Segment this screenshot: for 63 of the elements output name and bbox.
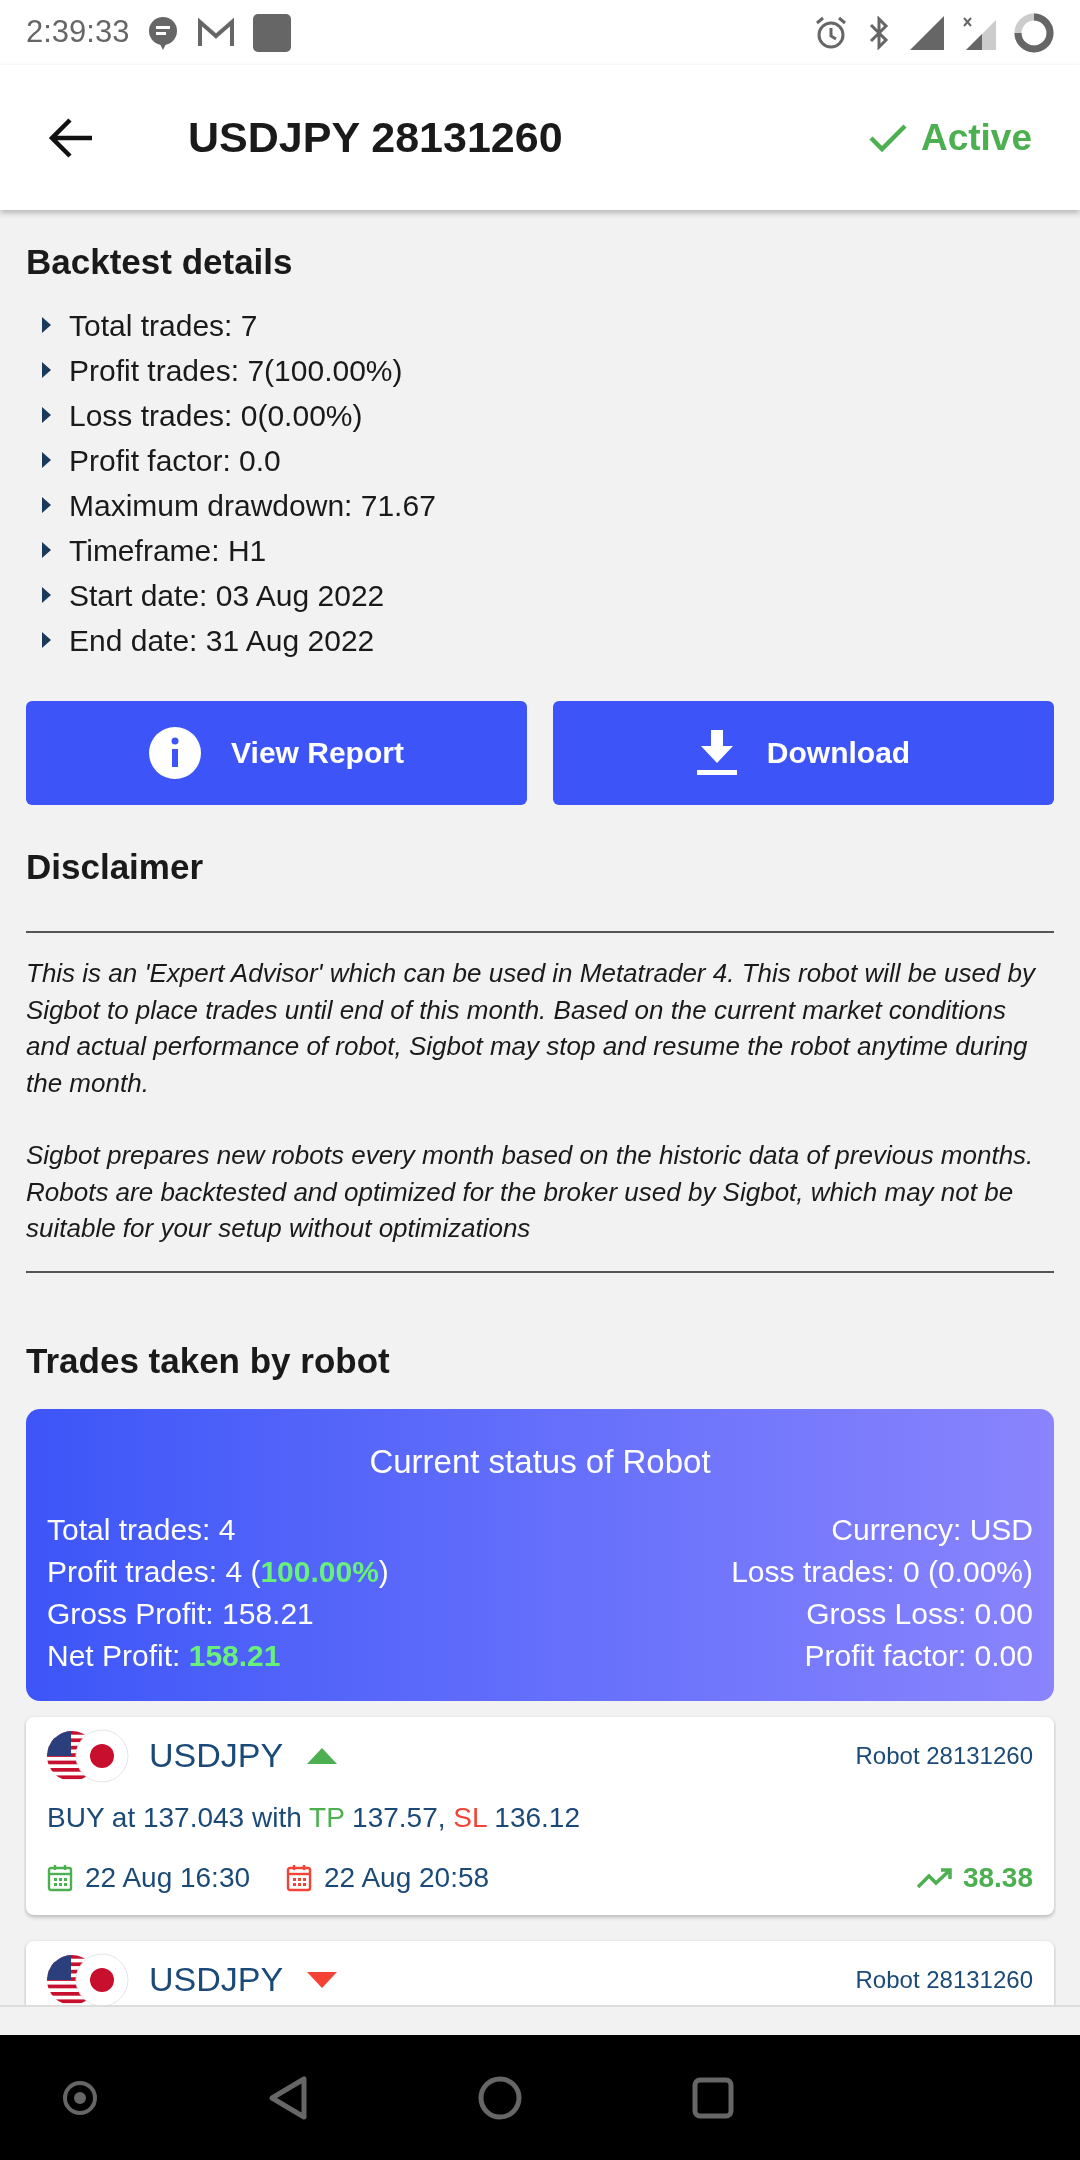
detail-item: Maximum drawdown: 71.67: [69, 487, 436, 524]
calendar-icon: [286, 1863, 313, 1892]
action-button[interactable]: View Report: [26, 700, 527, 805]
battery-icon: [1014, 12, 1054, 53]
detail-item: Profit trades: 7(100.00%): [69, 352, 403, 389]
stat-text: Loss trades: 0 (0.00%): [731, 1553, 1033, 1590]
signal-icon: [910, 15, 944, 50]
bullet-icon: [42, 542, 51, 558]
pair-name: USDJPY: [149, 1959, 284, 2000]
detail-item: Profit factor: 0.0: [69, 442, 281, 479]
disclaimer-text: This is an 'Expert Advisor' which can be used in Metatrader 4. This robot will be used by Sigbot to place trades until end of this month. Based on the current market conditions and actual performance of robot, Sigbot may stop and resume the robot anytime during the month.: [26, 957, 1037, 1100]
robot-label: Robot 28131260: [855, 1740, 1033, 1771]
back-arrow-icon[interactable]: [48, 117, 94, 158]
close-time: 22 Aug 20:58: [324, 1860, 490, 1895]
robot-label: Robot 28131260: [855, 1964, 1033, 1995]
open-time: 22 Aug 16:30: [85, 1860, 251, 1895]
app-icon: [253, 13, 292, 52]
disclaimer-text: Sigbot prepares new robots every month based on the historic data of previous months. Robots are backtested and optimized for the broker used by Sigbot, which may not be suitable for your setup without optimizations: [26, 1139, 1035, 1245]
stat-text: Gross Loss: 0.00: [806, 1595, 1033, 1632]
stat-text: Total trades: 4: [47, 1511, 237, 1548]
bullet-icon: [42, 452, 51, 468]
profit-value: 38.38: [962, 1860, 1033, 1895]
info-icon: [149, 726, 202, 779]
home-icon[interactable]: [478, 2075, 522, 2120]
detail-item: Loss trades: 0(0.00%): [69, 397, 363, 434]
bullet-icon: [42, 317, 51, 333]
alarm-icon: [814, 15, 848, 50]
stat-text: Profit trades: 4 (100.00%): [47, 1553, 389, 1590]
stat-text: Currency: USD: [831, 1511, 1033, 1548]
assistant-icon[interactable]: [62, 2079, 98, 2116]
bullet-icon: [42, 497, 51, 513]
detail-item: Total trades: 7: [69, 307, 258, 344]
stat-text: Gross Profit: 158.21: [47, 1595, 315, 1632]
status-time: 2:39:33: [26, 13, 130, 52]
section-title: Backtest details: [26, 241, 294, 283]
page-title: USDJPY 28131260: [188, 112, 563, 164]
trade-card[interactable]: USDJPY Robot 28131260: [26, 1940, 1054, 2005]
section-title: Trades taken by robot: [26, 1339, 391, 1382]
signal-icon: [962, 15, 996, 50]
status-indicator: Active: [868, 109, 1032, 166]
bullet-icon: [42, 632, 51, 648]
back-icon[interactable]: [268, 2075, 308, 2120]
detail-item: Start date: 03 Aug 2022: [69, 577, 385, 614]
message-icon: [147, 15, 180, 50]
section-title: Disclaimer: [26, 845, 205, 888]
trade-card[interactable]: USDJPY Robot 28131260 BUY at 137.043 with TP 137.57, SL 136.12 22 Aug 16:30 22 Aug 20:58 38.38: [26, 1716, 1054, 1915]
bullet-icon: [42, 407, 51, 423]
calendar-icon: [47, 1863, 73, 1892]
detail-item: End date: 31 Aug 2022: [69, 622, 375, 659]
currency-flags-icon: [47, 1728, 131, 1783]
trend-up-icon: [916, 1866, 953, 1889]
stat-text: Profit factor: 0.00: [804, 1637, 1033, 1674]
pair-name: USDJPY: [149, 1735, 284, 1776]
bullet-icon: [42, 587, 51, 603]
bullet-icon: [42, 362, 51, 378]
download-icon: [696, 729, 737, 776]
stat-text: Net Profit: 158.21: [47, 1637, 282, 1674]
trade-summary: BUY at 137.043 with TP 137.57, SL 136.12: [47, 1800, 581, 1835]
detail-item: Timeframe: H1: [69, 532, 267, 569]
mail-icon: [197, 17, 236, 48]
action-button[interactable]: Download: [553, 700, 1054, 805]
recents-icon[interactable]: [692, 2076, 734, 2119]
card-title: Current status of Robot: [369, 1442, 711, 1482]
